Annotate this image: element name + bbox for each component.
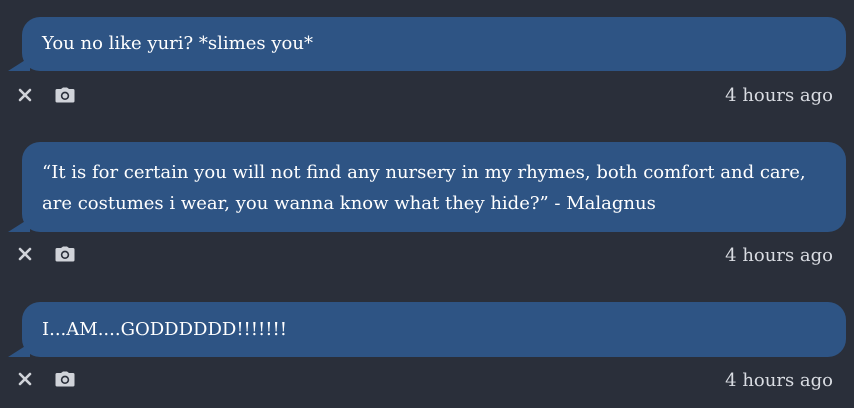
close-icon[interactable] xyxy=(14,368,36,390)
message-text: I...AM....GODDDDDD!!!!!!! xyxy=(42,319,287,340)
message-bubble: “It is for certain you will not find any… xyxy=(22,142,846,232)
message-text: “It is for certain you will not find any… xyxy=(42,162,806,214)
message-actions xyxy=(14,243,76,265)
message-bubble: You no like yuri? *slimes you* xyxy=(22,17,846,71)
message-actions xyxy=(14,84,76,106)
timestamp: 4 hours ago xyxy=(725,370,833,391)
close-icon[interactable] xyxy=(14,243,36,265)
camera-icon[interactable] xyxy=(54,243,76,265)
timestamp: 4 hours ago xyxy=(725,245,833,266)
camera-icon[interactable] xyxy=(54,84,76,106)
message-bubble: I...AM....GODDDDDD!!!!!!! xyxy=(22,302,846,357)
message-text: You no like yuri? *slimes you* xyxy=(42,33,313,54)
close-icon[interactable] xyxy=(14,84,36,106)
timestamp: 4 hours ago xyxy=(725,85,833,106)
camera-icon[interactable] xyxy=(54,368,76,390)
message-actions xyxy=(14,368,76,390)
